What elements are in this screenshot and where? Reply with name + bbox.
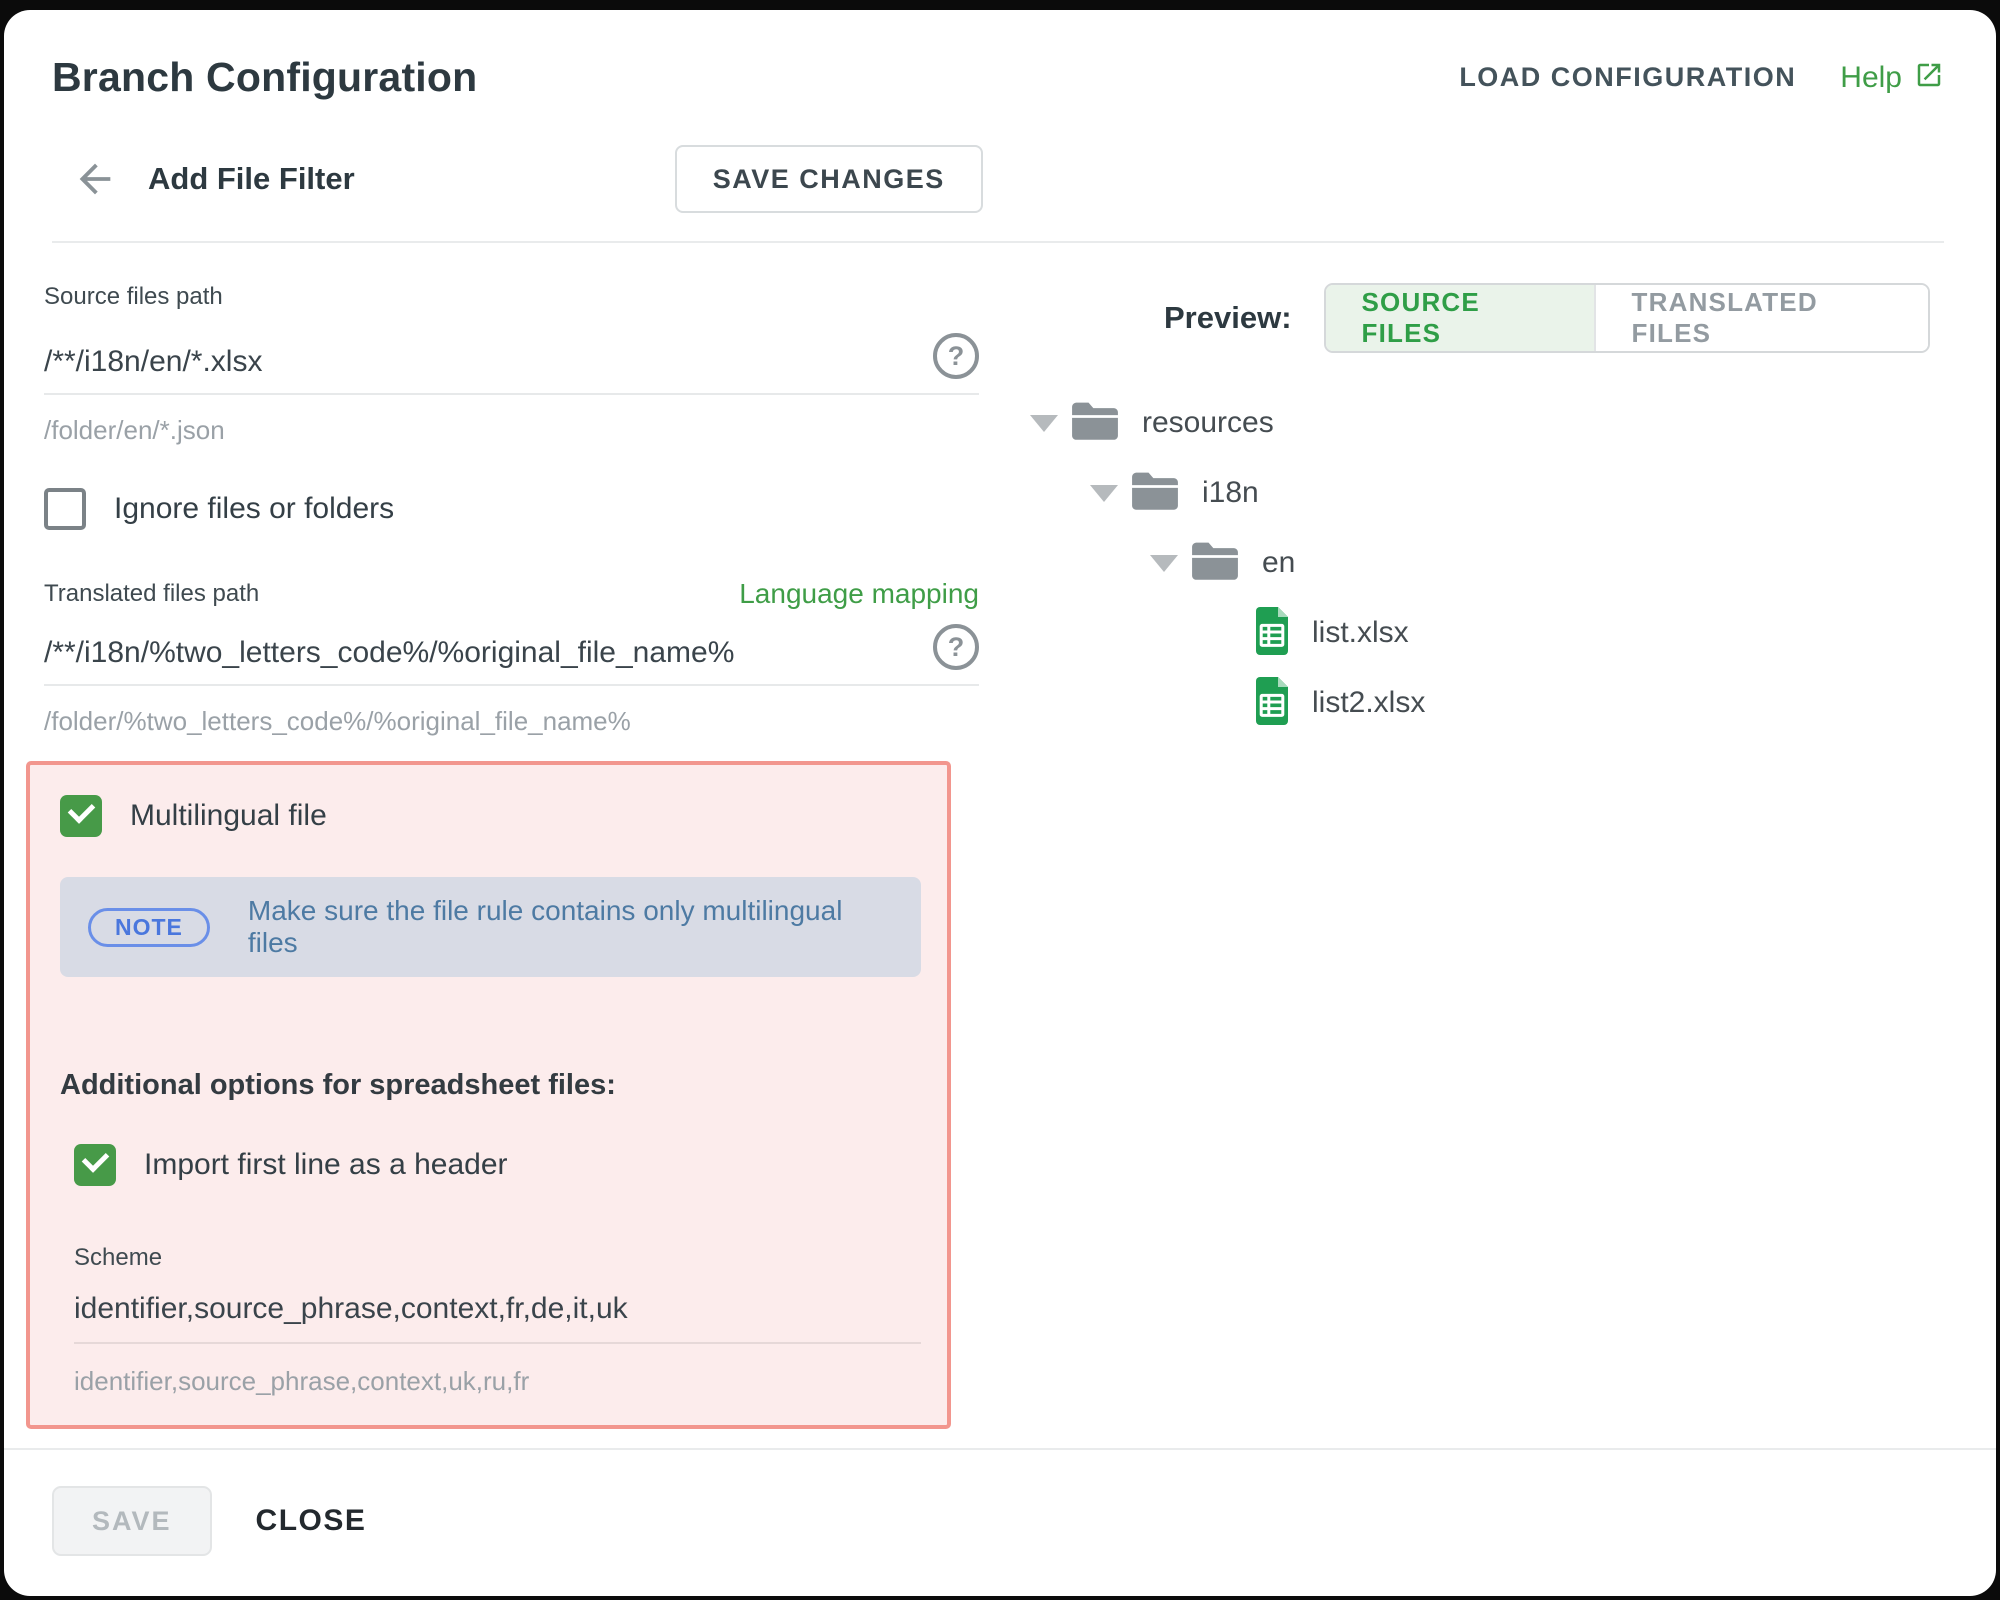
source-files-path-hint: /folder/en/*.json bbox=[44, 415, 979, 446]
folder-icon bbox=[1190, 540, 1240, 587]
tree-item-label: resources bbox=[1142, 406, 1274, 440]
note-text: Make sure the file rule contains only mu… bbox=[248, 895, 893, 959]
translated-files-path-input[interactable] bbox=[44, 636, 913, 670]
folder-icon bbox=[1130, 470, 1180, 517]
file-tree: resources i18n en bbox=[1030, 399, 1930, 727]
back-arrow-icon[interactable] bbox=[72, 156, 118, 202]
help-link[interactable]: Help bbox=[1840, 60, 1944, 95]
caret-down-icon[interactable] bbox=[1150, 555, 1178, 572]
spreadsheet-file-icon bbox=[1252, 607, 1292, 660]
question-icon[interactable]: ? bbox=[933, 333, 979, 379]
ignore-files-checkbox-label: Ignore files or folders bbox=[114, 492, 394, 526]
tab-translated-files[interactable]: TRANSLATED FILES bbox=[1594, 285, 1928, 351]
ignore-files-checkbox[interactable] bbox=[44, 488, 86, 530]
tree-item-label: list.xlsx bbox=[1312, 616, 1409, 650]
question-icon[interactable]: ? bbox=[933, 624, 979, 670]
preview-panel: Preview: SOURCE FILES TRANSLATED FILES r… bbox=[1030, 283, 1930, 1429]
tree-item-label: en bbox=[1262, 546, 1295, 580]
tree-row[interactable]: resources bbox=[1030, 399, 1930, 447]
dialog-footer: SAVE CLOSE bbox=[52, 1486, 366, 1556]
preview-toggle: SOURCE FILES TRANSLATED FILES bbox=[1324, 283, 1930, 353]
preview-label: Preview: bbox=[1164, 300, 1292, 336]
multilingual-checkbox[interactable] bbox=[60, 795, 102, 837]
screen: Branch Configuration LOAD CONFIGURATION … bbox=[0, 0, 2000, 1600]
file-filter-form: Source files path ? /folder/en/*.json Ig… bbox=[44, 283, 979, 1429]
branch-configuration-dialog: Branch Configuration LOAD CONFIGURATION … bbox=[4, 10, 1996, 1596]
ignore-files-checkbox-row[interactable]: Ignore files or folders bbox=[44, 488, 979, 530]
tree-item-label: list2.xlsx bbox=[1312, 686, 1425, 720]
caret-down-icon[interactable] bbox=[1030, 415, 1058, 432]
source-files-path-input[interactable] bbox=[44, 345, 913, 379]
translated-files-path-label: Translated files path bbox=[44, 580, 259, 608]
save-changes-button[interactable]: SAVE CHANGES bbox=[675, 145, 983, 213]
tree-row[interactable]: en bbox=[1030, 539, 1930, 587]
subpage-title: Add File Filter bbox=[148, 161, 355, 197]
tree-row[interactable]: list2.xlsx bbox=[1030, 679, 1930, 727]
tab-source-files[interactable]: SOURCE FILES bbox=[1326, 285, 1594, 351]
spreadsheet-file-icon bbox=[1252, 677, 1292, 730]
tree-row[interactable]: i18n bbox=[1030, 469, 1930, 517]
caret-down-icon[interactable] bbox=[1090, 485, 1118, 502]
multilingual-checkbox-label: Multilingual file bbox=[130, 799, 327, 833]
translated-files-path-hint: /folder/%two_letters_code%/%original_fil… bbox=[44, 706, 979, 737]
page-title: Branch Configuration bbox=[52, 54, 477, 101]
scheme-input[interactable] bbox=[74, 1292, 921, 1326]
dialog-header: Branch Configuration LOAD CONFIGURATION … bbox=[4, 10, 1996, 243]
import-header-checkbox-row[interactable]: Import first line as a header bbox=[74, 1144, 921, 1186]
scheme-hint: identifier,source_phrase,context,uk,ru,f… bbox=[74, 1366, 921, 1397]
multilingual-checkbox-row[interactable]: Multilingual file bbox=[60, 795, 921, 837]
spreadsheet-options-heading: Additional options for spreadsheet files… bbox=[60, 1069, 921, 1102]
language-mapping-link[interactable]: Language mapping bbox=[739, 578, 979, 610]
source-files-path-label: Source files path bbox=[44, 283, 979, 311]
note-banner: NOTE Make sure the file rule contains on… bbox=[60, 877, 921, 977]
tree-item-label: i18n bbox=[1202, 476, 1259, 510]
import-header-checkbox[interactable] bbox=[74, 1144, 116, 1186]
import-header-checkbox-label: Import first line as a header bbox=[144, 1148, 508, 1182]
help-link-label: Help bbox=[1840, 61, 1902, 95]
multilingual-highlight-section: Multilingual file NOTE Make sure the fil… bbox=[26, 761, 951, 1429]
tree-row[interactable]: list.xlsx bbox=[1030, 609, 1930, 657]
note-badge: NOTE bbox=[88, 908, 210, 947]
external-link-icon bbox=[1914, 60, 1944, 95]
save-button[interactable]: SAVE bbox=[52, 1486, 212, 1556]
folder-icon bbox=[1070, 400, 1120, 447]
close-button[interactable]: CLOSE bbox=[256, 1504, 367, 1538]
footer-divider bbox=[4, 1448, 1996, 1450]
scheme-label: Scheme bbox=[74, 1244, 921, 1272]
load-configuration-button[interactable]: LOAD CONFIGURATION bbox=[1459, 62, 1796, 93]
